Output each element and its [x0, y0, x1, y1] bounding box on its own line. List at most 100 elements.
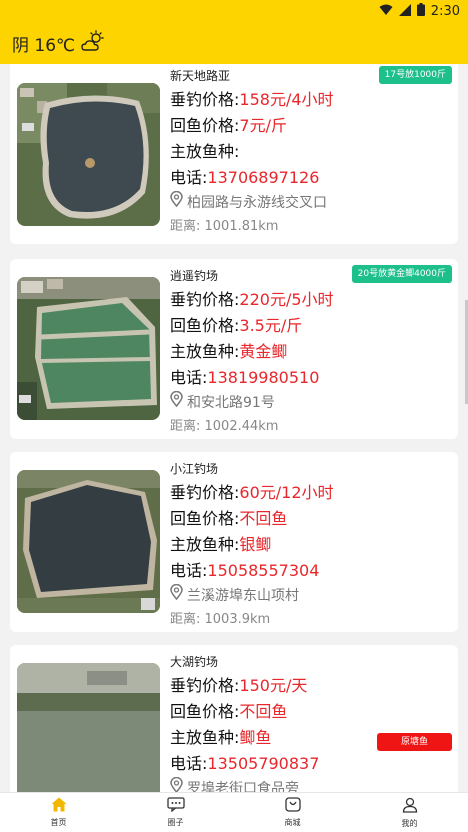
return-price-row: 回鱼价格:3.5元/斤 [170, 313, 334, 339]
price-label: 垂钓价格: [170, 676, 240, 695]
spot-tag: 17号放1000斤 [378, 66, 452, 84]
price-row: 垂钓价格:60元/12小时 [170, 480, 334, 506]
distance-label: 距离: [170, 219, 205, 234]
phone-label: 电话: [170, 754, 208, 773]
phone-row: 电话:13706897126 [170, 165, 334, 191]
return-price-value: 7元/斤 [239, 116, 287, 135]
address-text: 和安北路91号 [187, 395, 275, 411]
address-row[interactable]: 兰溪游埠东山项村 [170, 583, 334, 608]
distance-value: 1003.9km [204, 612, 271, 627]
distance-row: 距离: 1003.9km [170, 608, 334, 632]
phone-value[interactable]: 13706897126 [207, 168, 319, 187]
status-time: 2:30 [430, 4, 460, 19]
fish-label: 主放鱼种: [170, 728, 240, 747]
weather-text: 阴 16℃ [12, 35, 76, 56]
price-row: 垂钓价格:158元/4小时 [170, 87, 334, 113]
spot-photo [17, 663, 160, 792]
status-bar: 2:30 [0, 0, 468, 22]
phone-row: 电话:15058557304 [170, 558, 334, 584]
location-pin-icon [170, 390, 183, 415]
address-text: 柏园路与永游线交叉口 [187, 195, 327, 211]
phone-label: 电话: [170, 368, 208, 387]
spot-tag: 20号放黄金鲫4000斤 [351, 265, 452, 283]
distance-row: 距离: 1001.81km [170, 215, 334, 239]
spot-photo [17, 470, 160, 613]
price-label: 垂钓价格: [170, 483, 240, 502]
tab-label: 圈子 [167, 818, 184, 827]
address-row[interactable]: 和安北路91号 [170, 390, 334, 415]
return-price-value: 不回鱼 [239, 702, 288, 721]
price-value: 150元/天 [239, 676, 308, 695]
bottom-tab-bar: 首页 圈子 商城 我的 [0, 792, 468, 832]
phone-value[interactable]: 15058557304 [207, 561, 319, 580]
address-row[interactable]: 柏园路与永游线交叉口 [170, 190, 334, 215]
return-price-row: 回鱼价格:7元/斤 [170, 113, 334, 139]
spot-list[interactable]: 17号放1000斤 新天地路亚 垂钓价格:158元/4小时 回鱼价格:7元/斤 … [0, 64, 468, 792]
return-price-value: 3.5元/斤 [239, 316, 303, 335]
phone-value[interactable]: 13505790837 [207, 754, 319, 773]
price-label: 垂钓价格: [170, 290, 240, 309]
phone-label: 电话: [170, 168, 208, 187]
spot-name: 大湖钓场 [170, 655, 219, 669]
spot-photo [17, 83, 160, 226]
location-pin-icon [170, 583, 183, 608]
tab-home[interactable]: 首页 [0, 793, 117, 832]
tab-shop[interactable]: 商城 [234, 793, 351, 832]
spot-card[interactable]: 原塘鱼 大湖钓场 垂钓价格:150元/天 回鱼价格:不回鱼 主放鱼种:鲫鱼 电话… [10, 645, 458, 792]
address-row[interactable]: 罗埠老街口食品旁 [170, 776, 319, 792]
tab-label: 商城 [284, 818, 301, 827]
fish-row: 主放鱼种:鲫鱼 [170, 725, 319, 751]
return-price-label: 回鱼价格: [170, 316, 240, 335]
distance-value: 1002.44km [204, 419, 279, 434]
weather-widget[interactable]: 阴 16℃ [12, 29, 107, 57]
location-pin-icon [170, 190, 183, 215]
chat-icon [166, 797, 185, 816]
tab-circle[interactable]: 圈子 [117, 793, 234, 832]
fish-label: 主放鱼种: [170, 535, 240, 554]
user-icon [402, 797, 418, 817]
battery-icon [416, 3, 425, 20]
spot-name: 新天地路亚 [170, 69, 231, 83]
return-price-value: 不回鱼 [239, 509, 288, 528]
spot-name: 小江钓场 [170, 462, 219, 476]
fish-row: 主放鱼种:黄金鲫 [170, 339, 334, 365]
home-icon [51, 797, 67, 816]
phone-row: 电话:13819980510 [170, 365, 334, 391]
return-price-row: 回鱼价格:不回鱼 [170, 699, 319, 725]
tab-label: 首页 [50, 818, 67, 827]
fish-row: 主放鱼种:银鲫 [170, 532, 334, 558]
spot-photo [17, 277, 160, 420]
shop-icon [284, 797, 301, 816]
fish-value: 鲫鱼 [239, 728, 272, 747]
signal-icon [398, 3, 411, 20]
price-label: 垂钓价格: [170, 90, 240, 109]
top-bar: 阴 16℃ [0, 22, 468, 64]
spot-tag: 原塘鱼 [377, 733, 452, 751]
spot-card[interactable]: 小江钓场 垂钓价格:60元/12小时 回鱼价格:不回鱼 主放鱼种:银鲫 电话:1… [10, 452, 458, 632]
price-value: 158元/4小时 [239, 90, 334, 109]
distance-row: 距离: 1002.44km [170, 415, 334, 439]
wifi-icon [379, 4, 393, 20]
distance-label: 距离: [170, 612, 205, 627]
phone-row: 电话:13505790837 [170, 751, 319, 777]
phone-value[interactable]: 13819980510 [207, 368, 319, 387]
spot-card[interactable]: 20号放黄金鲫4000斤 逍遥钓场 垂钓价格:220元/5小时 回鱼价格:3.5… [10, 259, 458, 439]
phone-label: 电话: [170, 561, 208, 580]
return-price-label: 回鱼价格: [170, 116, 240, 135]
price-row: 垂钓价格:220元/5小时 [170, 287, 334, 313]
fish-label: 主放鱼种: [170, 342, 240, 361]
price-row: 垂钓价格:150元/天 [170, 673, 319, 699]
distance-label: 距离: [170, 419, 205, 434]
address-text: 罗埠老街口食品旁 [187, 781, 299, 792]
location-pin-icon [170, 776, 183, 792]
return-price-label: 回鱼价格: [170, 702, 240, 721]
tab-label: 我的 [401, 818, 418, 828]
spot-card[interactable]: 17号放1000斤 新天地路亚 垂钓价格:158元/4小时 回鱼价格:7元/斤 … [10, 64, 458, 244]
price-value: 220元/5小时 [239, 290, 334, 309]
distance-value: 1001.81km [204, 219, 279, 234]
return-price-label: 回鱼价格: [170, 509, 240, 528]
tab-profile[interactable]: 我的 [351, 793, 468, 832]
fish-label: 主放鱼种: [170, 142, 240, 161]
address-text: 兰溪游埠东山项村 [187, 588, 299, 604]
fish-row: 主放鱼种: [170, 139, 334, 165]
